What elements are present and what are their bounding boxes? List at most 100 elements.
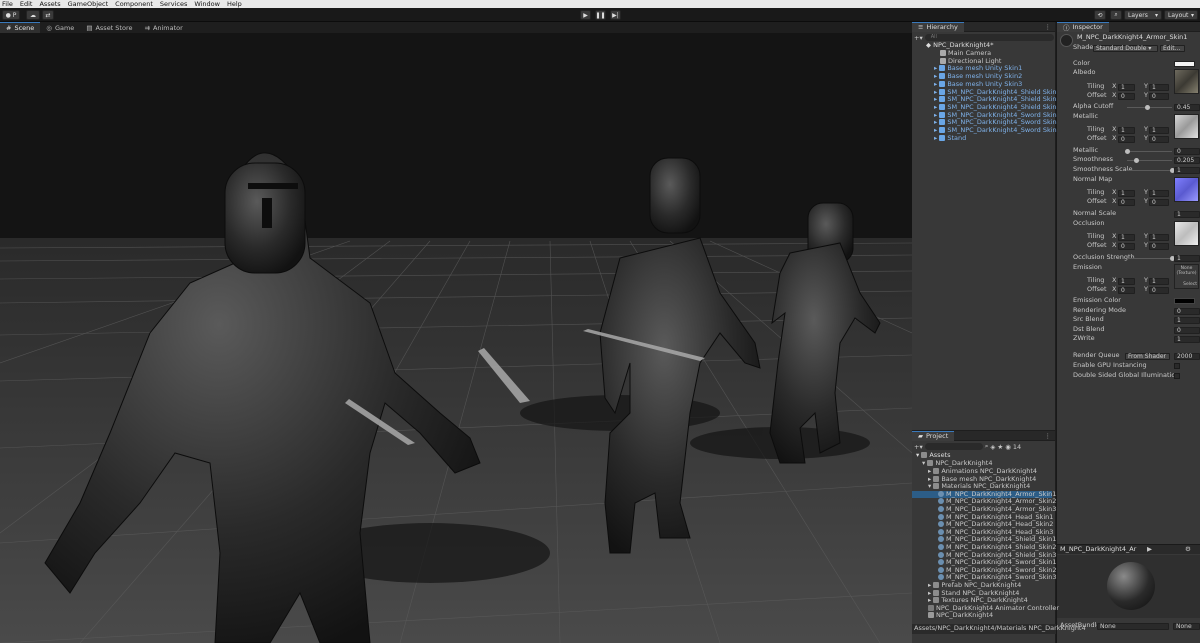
add-icon[interactable]: +▾ (914, 34, 923, 42)
occlusion-tiling-x[interactable]: 1 (1118, 234, 1135, 241)
more-options-icon[interactable]: ⋮ (1045, 23, 1052, 31)
albedo-offset-y[interactable]: 0 (1149, 93, 1169, 100)
slider-handle[interactable] (1125, 149, 1130, 154)
history-button[interactable]: ⟲ (1094, 10, 1106, 20)
hierarchy-search-input[interactable]: All (924, 34, 1054, 41)
y-label: Y (1144, 285, 1148, 293)
albedo-tiling-x[interactable]: 1 (1118, 84, 1135, 91)
search-button[interactable]: ⌕ (1110, 10, 1122, 20)
smoothness-value[interactable]: 0.205 (1174, 157, 1200, 164)
tab-project[interactable]: ▰ Project (912, 430, 955, 441)
preview-settings-icon[interactable]: ⚙ (1185, 545, 1191, 554)
double-sided-gi-checkbox[interactable] (1174, 373, 1180, 379)
visibility-icon[interactable]: ◉ (1005, 443, 1011, 451)
emission-tiling-x[interactable]: 1 (1118, 278, 1135, 285)
occlusion-texture[interactable] (1174, 221, 1199, 246)
normal-offset-x[interactable]: 0 (1118, 199, 1135, 206)
metallic-texture[interactable] (1174, 114, 1199, 139)
menu-gameobject[interactable]: GameObject (66, 0, 114, 8)
rendering-mode-value[interactable]: 0 (1174, 308, 1200, 315)
step-button[interactable]: ▶| (610, 10, 621, 20)
list-icon: ≡ (918, 23, 924, 31)
dst-blend-value[interactable]: 0 (1174, 327, 1200, 334)
color-swatch[interactable] (1174, 61, 1195, 67)
emission-tiling-y[interactable]: 1 (1149, 278, 1169, 285)
more-options-icon[interactable]: ⋮ (1045, 432, 1052, 440)
tab-scene[interactable]: # Scene (0, 22, 41, 33)
src-blend-value[interactable]: 1 (1174, 317, 1200, 324)
tab-inspector[interactable]: ⓘ Inspector (1057, 21, 1109, 32)
render-queue-value[interactable]: 2000 (1174, 353, 1200, 360)
slider-handle[interactable] (1145, 105, 1151, 110)
filter-icon[interactable]: ⌕ (985, 442, 989, 451)
normal-offset-y[interactable]: 0 (1149, 199, 1169, 206)
occlusion-strength-slider[interactable] (1127, 256, 1175, 261)
smoothness-scale-value[interactable]: 1 (1174, 167, 1200, 174)
pause-button[interactable]: ❚❚ (595, 10, 606, 20)
gpu-instancing-checkbox[interactable] (1174, 363, 1180, 369)
menu-edit[interactable]: Edit (18, 0, 38, 8)
albedo-texture[interactable] (1174, 69, 1199, 94)
metallic-slider[interactable] (1125, 149, 1172, 154)
normal-tiling-y[interactable]: 1 (1149, 190, 1169, 197)
menu-file[interactable]: File (0, 0, 18, 8)
alpha-cutoff-value[interactable]: 0.45 (1174, 104, 1200, 111)
label-icon[interactable]: ◈ (990, 443, 995, 451)
emission-color-swatch[interactable] (1174, 298, 1195, 304)
tab-game[interactable]: ◎ Game (40, 22, 80, 33)
emission-select-button[interactable]: Select (1175, 282, 1198, 287)
occlusion-tiling-y[interactable]: 1 (1149, 234, 1169, 241)
metallic-value[interactable]: 0 (1174, 148, 1200, 155)
project-item[interactable]: NPC_DarkKnight4 (912, 612, 1052, 620)
account-button[interactable]: ● P (2, 10, 20, 20)
tab-animator[interactable]: ⇉ Animator (138, 22, 188, 33)
folder-icon (933, 582, 940, 588)
emission-offset-x[interactable]: 0 (1118, 287, 1135, 294)
x-label: X (1112, 232, 1117, 240)
metallic-tiling-x[interactable]: 1 (1118, 127, 1135, 134)
collab-button[interactable]: ⇄ (42, 10, 54, 20)
shader-dropdown[interactable]: Standard Double ▾ (1093, 45, 1158, 52)
layers-dropdown[interactable]: Layers ▾ (1124, 10, 1162, 20)
zwrite-value[interactable]: 1 (1174, 336, 1200, 343)
metallic-tiling-y[interactable]: 1 (1149, 127, 1169, 134)
emission-texture-slot[interactable]: None (Texture) Select (1174, 264, 1199, 289)
tab-hierarchy[interactable]: ≡ Hierarchy (912, 21, 964, 32)
metallic-offset-x[interactable]: 0 (1118, 136, 1135, 143)
star-icon[interactable]: ★ (997, 443, 1003, 451)
alpha-cutoff-slider[interactable] (1127, 105, 1172, 110)
material-preview[interactable] (1057, 555, 1200, 618)
emission-offset-y[interactable]: 0 (1149, 287, 1169, 294)
slider-handle[interactable] (1134, 158, 1140, 163)
normal-texture[interactable] (1174, 177, 1199, 202)
normal-tiling-x[interactable]: 1 (1118, 190, 1135, 197)
asset-bundle-dropdown[interactable]: None (1097, 623, 1169, 630)
hierarchy-item[interactable]: ▸ Stand (934, 134, 966, 143)
cloud-button[interactable]: ☁ (26, 10, 40, 20)
project-search-input[interactable] (924, 443, 983, 450)
albedo-tiling-y[interactable]: 1 (1149, 84, 1169, 91)
metallic-offset-y[interactable]: 0 (1149, 136, 1169, 143)
play-button[interactable]: ▶ (580, 10, 591, 20)
smoothness-scale-slider[interactable] (1127, 168, 1175, 173)
add-icon[interactable]: +▾ (914, 443, 923, 451)
scene-viewport[interactable] (0, 33, 912, 643)
menu-assets[interactable]: Assets (37, 0, 65, 8)
shader-edit-button[interactable]: Edit... (1160, 45, 1185, 52)
asset-bundle-variant-dropdown[interactable]: None (1173, 623, 1200, 630)
occlusion-strength-value[interactable]: 1 (1174, 255, 1200, 262)
albedo-offset-x[interactable]: 0 (1118, 93, 1135, 100)
smoothness-slider[interactable] (1127, 158, 1172, 163)
normal-scale-value[interactable]: 1 (1174, 211, 1200, 218)
menu-help[interactable]: Help (225, 0, 247, 8)
menu-component[interactable]: Component (113, 0, 158, 8)
occlusion-offset-y[interactable]: 0 (1149, 243, 1169, 250)
occlusion-offset-x[interactable]: 0 (1118, 243, 1135, 250)
material-icon (938, 490, 944, 497)
menu-window[interactable]: Window (192, 0, 225, 8)
layout-dropdown[interactable]: Layout ▾ (1164, 10, 1198, 20)
render-queue-dropdown[interactable]: From Shader (1125, 353, 1170, 360)
preview-play-icon[interactable]: ▶ (1147, 545, 1152, 554)
menu-services[interactable]: Services (158, 0, 192, 8)
tab-asset-store[interactable]: ▤ Asset Store (80, 22, 138, 33)
